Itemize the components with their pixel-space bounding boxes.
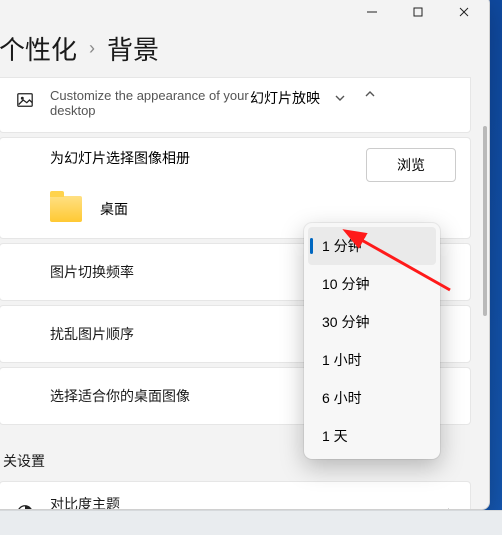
background-mode-select[interactable]: 幻灯片放映 <box>250 88 346 108</box>
interval-dropdown: 1 分钟10 分钟30 分钟1 小时6 小时1 天 <box>304 223 440 459</box>
contrast-theme-row[interactable]: 对比度主题 弱势彩色主题、光敏度 <box>0 481 471 509</box>
album-folder-name: 桌面 <box>100 199 128 219</box>
background-mode-card: Customize the appearance of your desktop… <box>0 77 471 133</box>
interval-option[interactable]: 30 分钟 <box>308 303 436 341</box>
chevron-down-icon <box>334 92 346 104</box>
background-mode-value: 幻灯片放映 <box>250 88 320 108</box>
window-titlebar <box>0 0 489 28</box>
scrollbar[interactable] <box>481 56 487 479</box>
close-icon <box>459 7 469 17</box>
breadcrumb: 个性化 › 背景 <box>0 28 489 77</box>
background-mode-label: Customize the appearance of your desktop <box>50 88 250 118</box>
maximize-icon <box>413 7 423 17</box>
browse-button[interactable]: 浏览 <box>366 148 456 182</box>
window-close-button[interactable] <box>441 0 487 28</box>
contrast-title: 对比度主题 <box>50 496 120 510</box>
album-label: 为幻灯片选择图像相册 <box>50 148 366 168</box>
interval-option[interactable]: 1 小时 <box>308 341 436 379</box>
folder-icon <box>50 196 82 222</box>
collapse-button[interactable] <box>364 88 376 100</box>
chevron-right-icon: › <box>87 38 97 59</box>
picture-icon <box>14 88 36 109</box>
taskbar <box>0 510 502 535</box>
interval-option[interactable]: 1 分钟 <box>308 227 436 265</box>
minimize-icon <box>367 7 377 17</box>
window-minimize-button[interactable] <box>349 0 395 28</box>
interval-option[interactable]: 10 分钟 <box>308 265 436 303</box>
interval-option[interactable]: 1 天 <box>308 417 436 455</box>
contrast-icon <box>14 504 36 509</box>
album-folder-item[interactable]: 桌面 <box>14 182 456 224</box>
interval-option[interactable]: 6 小时 <box>308 379 436 417</box>
breadcrumb-current: 背景 <box>107 30 159 67</box>
window-maximize-button[interactable] <box>395 0 441 28</box>
chevron-right-icon <box>444 507 456 509</box>
breadcrumb-parent[interactable]: 个性化 <box>0 30 77 67</box>
